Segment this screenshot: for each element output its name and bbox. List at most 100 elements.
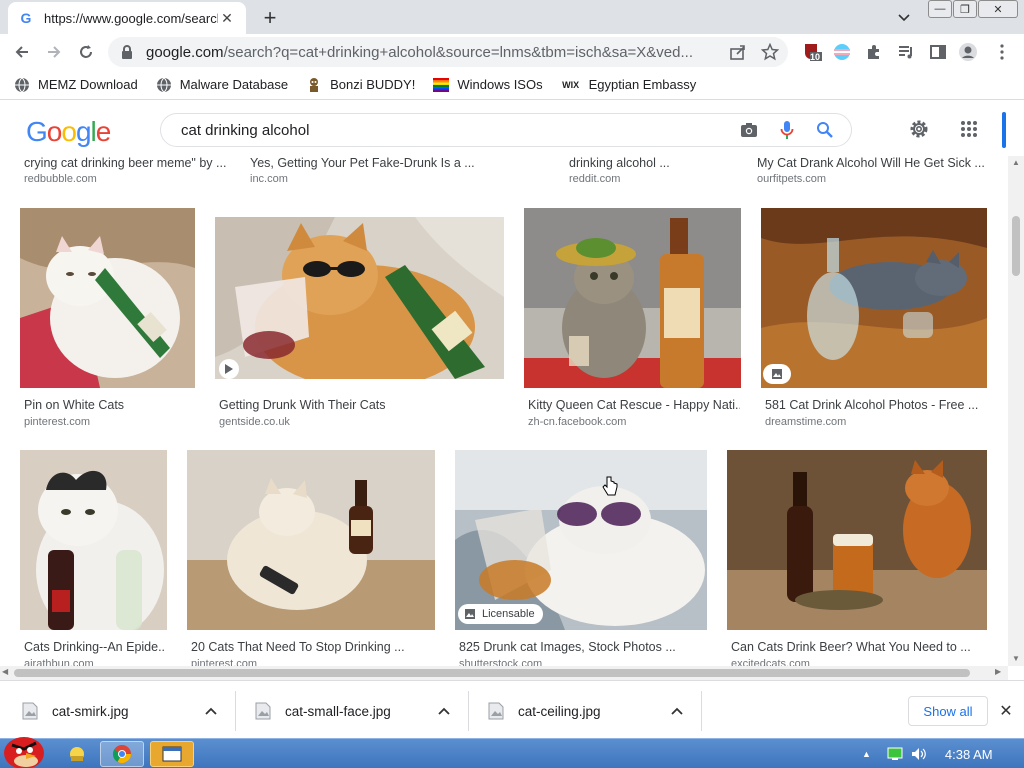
windows-flag-icon <box>433 77 450 93</box>
chevron-up-icon[interactable] <box>199 699 223 723</box>
minimize-button[interactable]: — <box>928 0 952 18</box>
chevron-up-icon[interactable] <box>432 699 456 723</box>
browser-toolbar: google.com/search?q=cat+drinking+alcohol… <box>0 34 1024 70</box>
bookmark-bonzi-buddy[interactable]: Bonzi BUDDY! <box>306 77 415 93</box>
image-result-card[interactable]: drinking alcohol ... reddit.com <box>565 156 735 188</box>
taskbar-explorer-button[interactable] <box>150 741 194 767</box>
result-title: Getting Drunk With Their Cats <box>219 398 386 412</box>
taskbar-clock[interactable]: 4:38 AM <box>945 747 993 762</box>
horizontal-scroll-thumb[interactable] <box>14 669 970 677</box>
image-results-grid: crying cat drinking beer meme" by ... re… <box>0 156 1008 666</box>
image-result-card[interactable]: Licensable 825 Drunk cat Images, Stock P… <box>455 450 709 666</box>
ublock-extension-icon[interactable]: 10 <box>802 42 822 62</box>
google-apps-grid-icon[interactable] <box>956 116 982 142</box>
image-result-card[interactable]: My Cat Drank Alcohol Will He Get Sick ..… <box>753 156 987 188</box>
search-icon[interactable] <box>813 118 837 142</box>
show-hidden-icons-icon[interactable]: ▲ <box>862 749 871 759</box>
result-thumbnail[interactable] <box>761 208 987 388</box>
mouse-cursor-hand-icon <box>602 476 618 499</box>
search-box[interactable] <box>160 113 852 147</box>
result-thumbnail[interactable] <box>20 208 195 388</box>
profile-avatar-icon[interactable] <box>958 42 978 62</box>
google-logo[interactable]: Google <box>26 116 111 148</box>
back-button[interactable] <box>10 40 34 64</box>
close-download-bar-icon[interactable]: ✕ <box>996 701 1016 721</box>
image-result-card[interactable]: 581 Cat Drink Alcohol Photos - Free ... … <box>761 208 989 430</box>
image-file-icon <box>255 702 271 720</box>
pride-extension-icon[interactable] <box>832 42 852 62</box>
bookmark-malware-database[interactable]: Malware Database <box>156 77 288 93</box>
extensions-puzzle-icon[interactable] <box>864 42 884 62</box>
result-title: Kitty Queen Cat Rescue - Happy Nati... <box>528 398 740 412</box>
result-domain: redbubble.com <box>24 173 97 185</box>
image-file-icon <box>488 702 504 720</box>
taskbar-chrome-button[interactable] <box>100 741 144 767</box>
horizontal-scrollbar[interactable]: ◀ ▶ <box>0 666 1008 680</box>
vertical-scroll-thumb[interactable] <box>1012 216 1020 276</box>
result-title: Cats Drinking--An Epide... <box>24 640 166 654</box>
settings-gear-icon[interactable] <box>906 116 932 142</box>
share-icon[interactable] <box>728 42 748 62</box>
window-close-button[interactable]: ✕ <box>978 0 1018 18</box>
result-thumbnail[interactable] <box>727 450 987 630</box>
show-all-downloads-button[interactable]: Show all <box>908 696 988 726</box>
vertical-scrollbar[interactable]: ▲ ▼ <box>1008 156 1024 666</box>
search-input[interactable] <box>181 121 737 139</box>
tab-close-icon[interactable]: ✕ <box>218 9 236 27</box>
result-thumbnail[interactable] <box>215 217 504 379</box>
browser-menu-icon[interactable] <box>992 42 1012 62</box>
chevron-up-icon[interactable] <box>665 699 689 723</box>
result-thumbnail[interactable]: Licensable <box>455 450 707 630</box>
result-title: Pin on White Cats <box>24 398 125 412</box>
image-result-card[interactable]: Getting Drunk With Their Cats gentside.c… <box>215 208 505 430</box>
media-queue-icon[interactable] <box>896 42 916 62</box>
bookmark-memz-download[interactable]: MEMZ Download <box>14 77 138 93</box>
image-result-card[interactable]: Cats Drinking--An Epide... airathbun.com <box>20 450 168 666</box>
bookmarks-bar: MEMZ Download Malware Database Bonzi BUD… <box>0 70 1024 100</box>
result-title: drinking alcohol ... <box>569 156 670 170</box>
scroll-left-arrow-icon[interactable]: ◀ <box>2 667 8 676</box>
restore-button[interactable]: ❐ <box>953 0 977 18</box>
address-bar[interactable]: google.com/search?q=cat+drinking+alcohol… <box>108 37 788 67</box>
browser-tab[interactable]: G https://www.google.com/search?q=cat+dr… <box>8 2 246 34</box>
camera-icon[interactable] <box>737 118 761 142</box>
download-filename: cat-small-face.jpg <box>285 703 391 719</box>
result-thumbnail[interactable] <box>524 208 741 388</box>
bookmark-egyptian-embassy[interactable]: WIX Egyptian Embassy <box>561 77 696 93</box>
bookmark-windows-isos[interactable]: Windows ISOs <box>433 77 543 93</box>
download-item[interactable]: cat-smirk.jpg <box>4 691 236 731</box>
result-thumbnail[interactable] <box>187 450 435 630</box>
forward-button[interactable] <box>42 40 66 64</box>
tab-title: https://www.google.com/search?q=cat+drin… <box>44 10 218 26</box>
microphone-icon[interactable] <box>775 118 799 142</box>
volume-icon[interactable] <box>911 747 927 761</box>
image-result-card[interactable]: Pin on White Cats pinterest.com <box>20 208 196 430</box>
image-result-card[interactable]: Can Cats Drink Beer? What You Need to ..… <box>727 450 989 666</box>
new-tab-button[interactable]: + <box>258 5 282 30</box>
image-result-card[interactable]: crying cat drinking beer meme" by ... re… <box>20 156 230 188</box>
image-result-card[interactable]: 20 Cats That Need To Stop Drinking ... p… <box>187 450 437 666</box>
wix-icon: WIX <box>562 79 580 90</box>
scroll-right-arrow-icon[interactable]: ▶ <box>995 667 1001 676</box>
image-result-card[interactable]: Yes, Getting Your Pet Fake-Drunk Is a ..… <box>246 156 506 188</box>
lock-icon[interactable] <box>120 44 136 60</box>
result-title: 825 Drunk cat Images, Stock Photos ... <box>459 640 676 654</box>
side-panel-icon[interactable] <box>928 42 948 62</box>
download-item[interactable]: cat-ceiling.jpg <box>470 691 702 731</box>
scroll-up-arrow-icon[interactable]: ▲ <box>1012 158 1020 167</box>
start-button-angry-bird-icon[interactable] <box>2 731 48 768</box>
bookmark-star-icon[interactable] <box>760 42 780 62</box>
result-thumbnail[interactable] <box>20 450 167 630</box>
network-monitor-icon[interactable] <box>887 747 903 761</box>
sign-in-button-edge[interactable] <box>1002 112 1006 148</box>
bookmark-label: Malware Database <box>179 77 289 92</box>
download-item[interactable]: cat-small-face.jpg <box>237 691 469 731</box>
reload-button[interactable] <box>74 40 98 64</box>
url-text: google.com/search?q=cat+drinking+alcohol… <box>146 43 693 61</box>
result-domain: airathbun.com <box>24 658 94 666</box>
show-desktop-icon[interactable] <box>62 741 92 767</box>
result-domain: gentside.co.uk <box>219 416 290 428</box>
image-result-card[interactable]: Kitty Queen Cat Rescue - Happy Nati... z… <box>524 208 742 430</box>
scroll-down-arrow-icon[interactable]: ▼ <box>1012 654 1020 663</box>
tab-search-chevron-icon[interactable] <box>894 8 914 28</box>
